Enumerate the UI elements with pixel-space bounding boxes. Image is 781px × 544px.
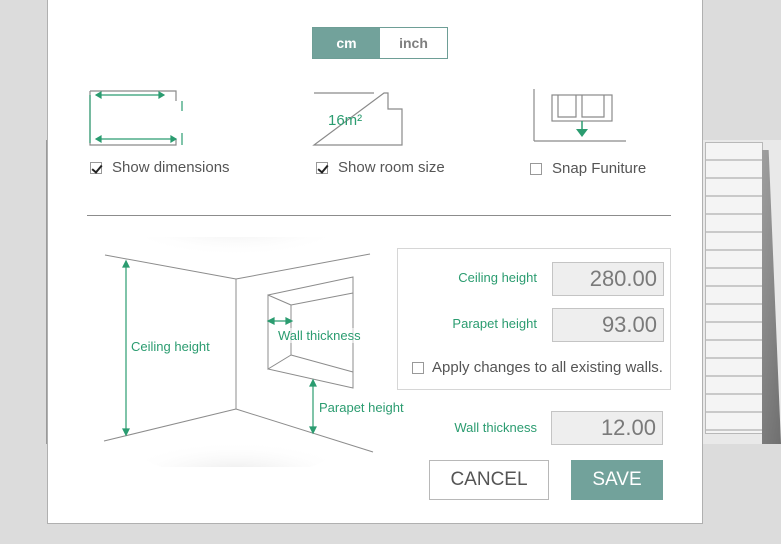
wall-height-panel: Ceiling height Parapet height Apply chan… — [397, 248, 671, 390]
unit-toggle: cm inch — [312, 27, 448, 59]
apply-all-walls-checkbox[interactable] — [412, 361, 424, 374]
show-room-size-label: Show room size — [338, 159, 445, 176]
illustration-wall-thickness-label: Wall thickness — [278, 328, 361, 343]
parapet-height-label: Parapet height — [452, 316, 537, 331]
ceiling-height-input[interactable] — [552, 262, 664, 296]
wall-thickness-input[interactable] — [551, 411, 663, 445]
background-stairs — [705, 142, 763, 434]
illustration-ceiling-label: Ceiling height — [131, 339, 210, 354]
show-dimensions-label: Show dimensions — [112, 159, 230, 176]
wall-settings-dialog: cm inch Show dimensions 16m² Show room s… — [47, 0, 703, 524]
option-show-dimensions[interactable]: Show dimensions — [90, 159, 230, 176]
room-size-icon: 16m² — [312, 92, 403, 146]
show-dimensions-checkbox[interactable] — [90, 161, 102, 174]
cancel-button[interactable]: CANCEL — [429, 460, 549, 500]
unit-inch-button[interactable]: inch — [380, 28, 447, 58]
snap-furniture-label: Snap Funiture — [552, 160, 647, 177]
room-size-icon-text: 16m² — [328, 112, 362, 129]
option-snap-furniture[interactable]: Snap Funiture — [530, 160, 646, 177]
unit-cm-button[interactable]: cm — [313, 28, 380, 58]
divider — [87, 215, 671, 216]
apply-all-walls-label: Apply changes to all existing walls. — [432, 359, 663, 376]
wall-thickness-label: Wall thickness — [454, 420, 537, 435]
ceiling-height-label: Ceiling height — [458, 270, 537, 285]
dimensions-icon — [89, 90, 183, 146]
snap-furniture-icon — [533, 89, 626, 142]
save-button[interactable]: SAVE — [571, 460, 663, 500]
option-show-room-size[interactable]: Show room size — [316, 159, 445, 176]
show-room-size-checkbox[interactable] — [316, 161, 328, 174]
parapet-height-input[interactable] — [552, 308, 664, 342]
snap-furniture-checkbox[interactable] — [530, 162, 542, 175]
apply-all-walls-option[interactable]: Apply changes to all existing walls. — [412, 359, 663, 376]
illustration-parapet-label: Parapet height — [319, 400, 404, 415]
